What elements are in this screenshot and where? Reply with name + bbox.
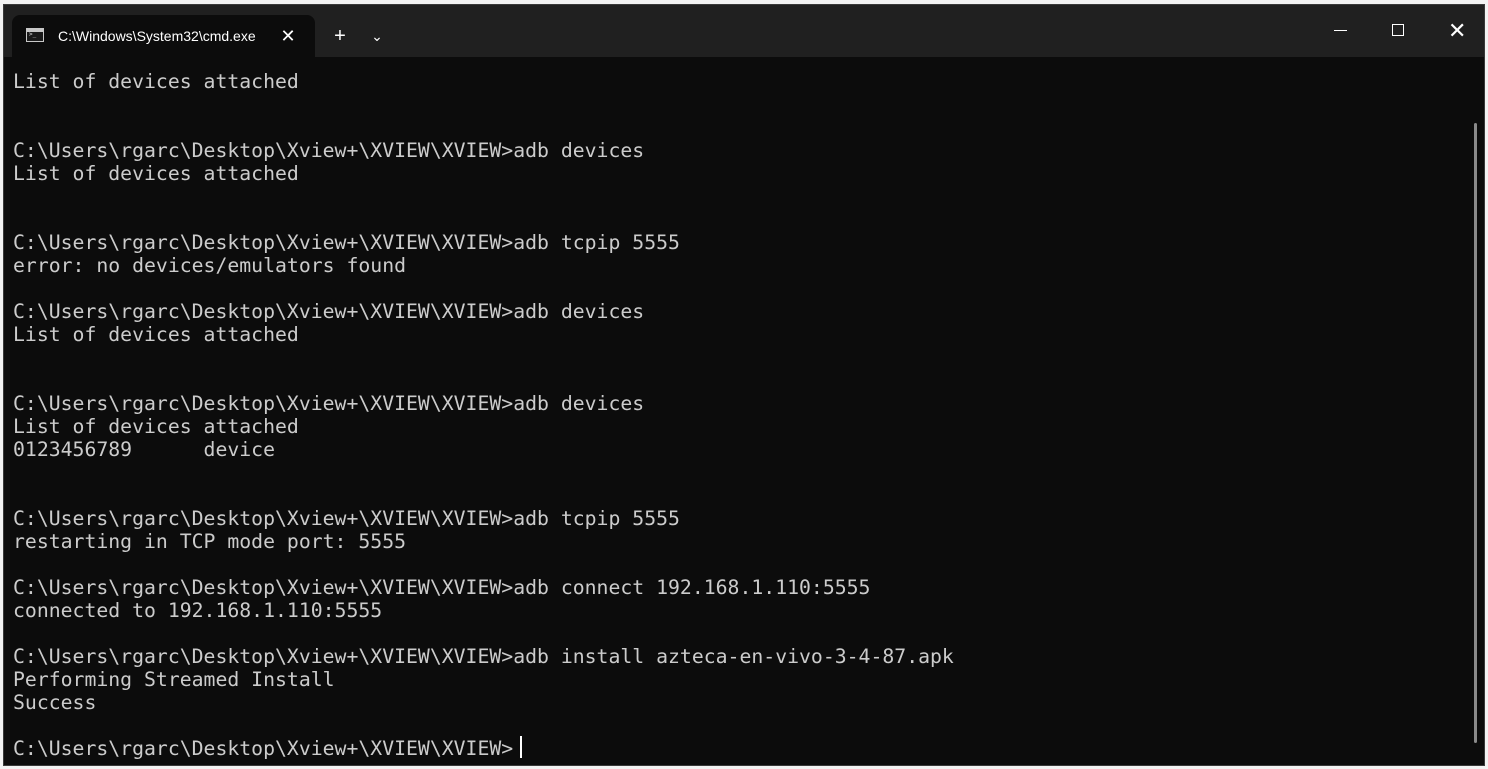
terminal-line: C:\Users\rgarc\Desktop\Xview+\XVIEW\XVIE… <box>13 645 954 668</box>
terminal-line: C:\Users\rgarc\Desktop\Xview+\XVIEW\XVIE… <box>13 507 680 530</box>
text-cursor <box>520 736 522 758</box>
tab-cmd[interactable]: C:\Windows\System32\cmd.exe ✕ <box>12 15 315 57</box>
terminal-line: List of devices attached <box>13 70 299 93</box>
terminal-line: C:\Users\rgarc\Desktop\Xview+\XVIEW\XVIE… <box>13 300 645 323</box>
terminal-window: C:\Windows\System32\cmd.exe ✕ + ⌄ ✕ List… <box>3 4 1485 766</box>
new-tab-button[interactable]: + <box>322 20 358 52</box>
chevron-down-icon: ⌄ <box>371 28 383 44</box>
close-icon: ✕ <box>1448 18 1467 43</box>
tab-close-icon[interactable]: ✕ <box>276 24 300 48</box>
terminal-line: Performing Streamed Install <box>13 668 335 691</box>
tab-title: C:\Windows\System32\cmd.exe <box>58 28 256 44</box>
close-button[interactable]: ✕ <box>1427 5 1484 57</box>
scrollbar[interactable] <box>1471 57 1483 765</box>
terminal-line: Success <box>13 691 97 714</box>
terminal-line: C:\Users\rgarc\Desktop\Xview+\XVIEW\XVIE… <box>13 231 680 254</box>
terminal-line: C:\Users\rgarc\Desktop\Xview+\XVIEW\XVIE… <box>13 737 514 760</box>
minimize-button[interactable] <box>1311 5 1369 57</box>
title-bar[interactable]: C:\Windows\System32\cmd.exe ✕ + ⌄ ✕ <box>4 5 1484 57</box>
minimize-icon <box>1334 30 1347 31</box>
terminal-line: List of devices attached <box>13 162 299 185</box>
terminal-line: restarting in TCP mode port: 5555 <box>13 530 407 553</box>
maximize-button[interactable] <box>1369 5 1427 57</box>
terminal-line: error: no devices/emulators found <box>13 254 407 277</box>
plus-icon: + <box>334 25 346 47</box>
scrollbar-thumb[interactable] <box>1474 123 1477 743</box>
terminal-line: C:\Users\rgarc\Desktop\Xview+\XVIEW\XVIE… <box>13 139 645 162</box>
maximize-icon <box>1392 24 1404 36</box>
terminal-icon <box>26 28 44 42</box>
terminal-line: C:\Users\rgarc\Desktop\Xview+\XVIEW\XVIE… <box>13 392 645 415</box>
terminal-output[interactable]: List of devices attached C:\Users\rgarc\D… <box>13 57 1463 765</box>
terminal-line: List of devices attached <box>13 415 299 438</box>
terminal-line: List of devices attached <box>13 323 299 346</box>
terminal-line: C:\Users\rgarc\Desktop\Xview+\XVIEW\XVIE… <box>13 576 871 599</box>
terminal-line: 0123456789 device <box>13 438 276 461</box>
tab-dropdown-button[interactable]: ⌄ <box>359 20 395 52</box>
terminal-line: connected to 192.168.1.110:5555 <box>13 599 383 622</box>
